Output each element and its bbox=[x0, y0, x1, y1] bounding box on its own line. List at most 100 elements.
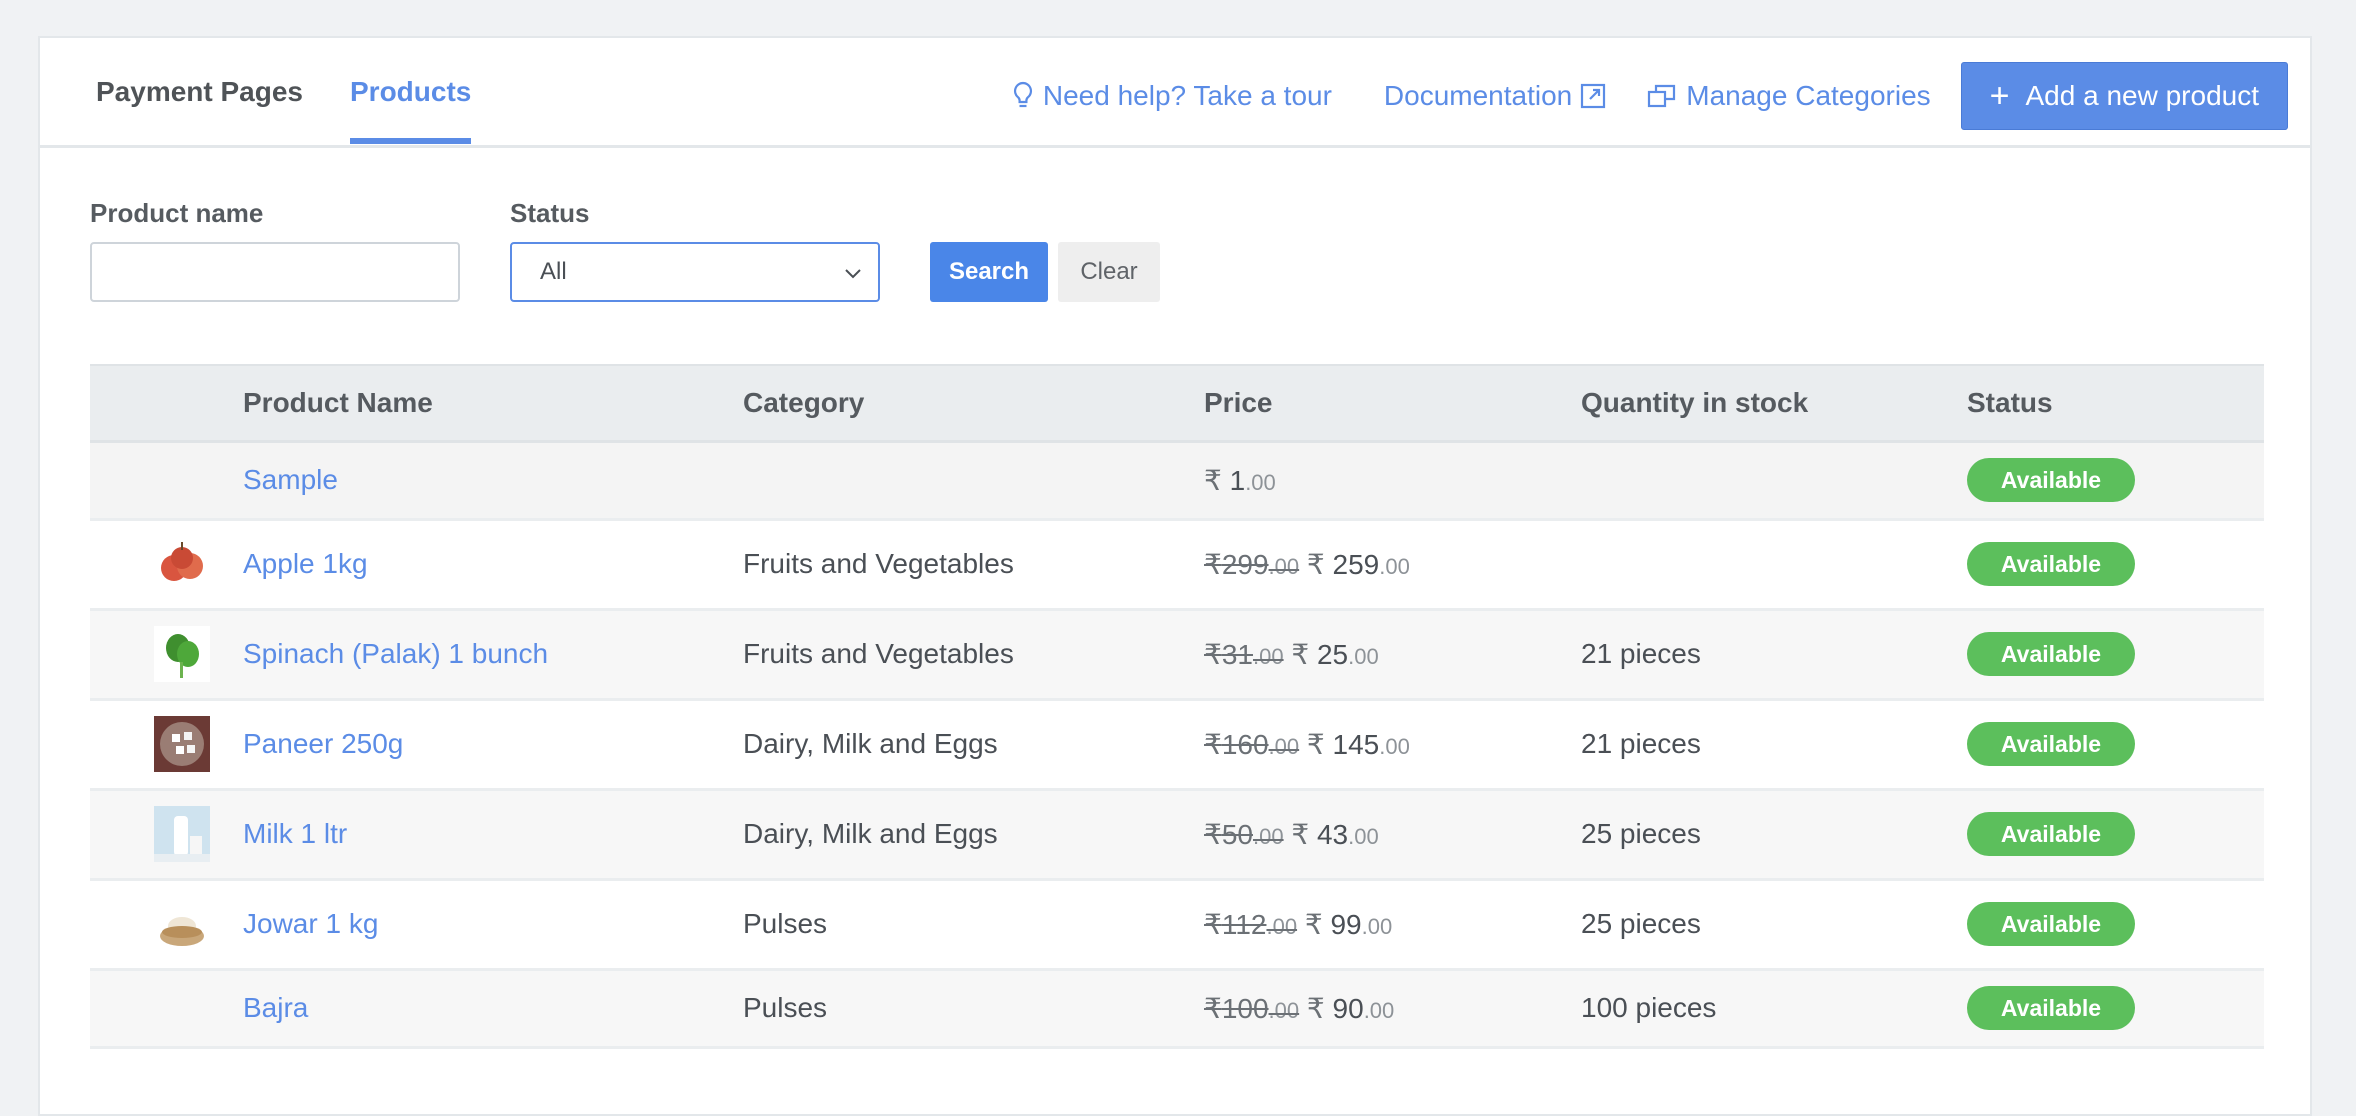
quantity-cell bbox=[1580, 519, 1966, 609]
quantity-cell: 25 pieces bbox=[1581, 818, 1701, 849]
sale-price: ₹ 25.00 bbox=[1291, 638, 1379, 670]
documentation-label: Documentation bbox=[1383, 80, 1573, 111]
status-badge: Available bbox=[1967, 902, 2135, 946]
original-price: ₹160.00 bbox=[1204, 728, 1300, 760]
status-label: Status bbox=[510, 198, 590, 228]
table-row[interactable]: Milk 1 ltr Dairy, Milk and Eggs ₹50.00 ₹… bbox=[90, 789, 2264, 879]
product-name-label: Product name bbox=[90, 198, 264, 228]
category-cell: Fruits and Vegetables bbox=[743, 638, 1014, 669]
status-badge: Available bbox=[1967, 458, 2135, 502]
search-button[interactable]: Search bbox=[930, 242, 1048, 302]
add-product-button[interactable]: + Add a new product bbox=[1960, 62, 2288, 130]
manage-categories-label: Manage Categories bbox=[1686, 80, 1931, 111]
product-name-link[interactable]: Apple 1kg bbox=[243, 548, 368, 579]
image-cell bbox=[90, 519, 242, 609]
column-header-price[interactable]: Price bbox=[1203, 365, 1580, 441]
status-cell: Available bbox=[1966, 969, 2264, 1047]
sale-price: ₹ 90.00 bbox=[1306, 992, 1395, 1024]
table-row[interactable]: Jowar 1 kg Pulses ₹112.00 ₹ 99.00 25 pie… bbox=[90, 879, 2264, 969]
price-cell: ₹299.00 ₹ 259.00 bbox=[1203, 519, 1580, 609]
table-row[interactable]: Spinach (Palak) 1 bunch Fruits and Veget… bbox=[90, 609, 2264, 699]
sale-price: ₹ 43.00 bbox=[1291, 818, 1379, 850]
tab-payment-pages[interactable]: Payment Pages bbox=[96, 76, 303, 138]
name-cell: Sample bbox=[242, 441, 742, 519]
table-row[interactable]: Paneer 250g Dairy, Milk and Eggs ₹160.00… bbox=[90, 699, 2264, 789]
name-cell: Jowar 1 kg bbox=[242, 879, 742, 969]
chevron-down-icon bbox=[845, 269, 861, 279]
windows-icon bbox=[1648, 84, 1676, 108]
plus-icon: + bbox=[1989, 76, 2010, 115]
image-cell bbox=[90, 789, 242, 879]
quantity-cell: 25 pieces bbox=[1581, 908, 1701, 939]
product-name-link[interactable]: Sample bbox=[243, 464, 338, 495]
column-header-quantity[interactable]: Quantity in stock bbox=[1580, 365, 1966, 441]
category-cell: Dairy, Milk and Eggs bbox=[743, 728, 998, 759]
take-tour-link[interactable]: Need help? Take a tour bbox=[1003, 80, 1332, 112]
status-cell: Available bbox=[1966, 789, 2264, 879]
quantity-cell: 100 pieces bbox=[1581, 992, 1717, 1023]
product-name-link[interactable]: Milk 1 ltr bbox=[243, 818, 347, 849]
original-price: ₹299.00 bbox=[1204, 548, 1300, 580]
price-cell: ₹160.00 ₹ 145.00 bbox=[1203, 699, 1580, 789]
quantity-cell: 21 pieces bbox=[1581, 638, 1701, 669]
original-price: ₹100.00 bbox=[1204, 992, 1300, 1024]
category-cell: Pulses bbox=[743, 992, 828, 1023]
product-thumbnail-spinach[interactable] bbox=[154, 626, 241, 682]
products-card: Payment Pages Products Need help? Take a… bbox=[38, 36, 2312, 1116]
status-cell: Available bbox=[1966, 879, 2264, 969]
image-cell bbox=[90, 699, 242, 789]
product-thumbnail-apple[interactable] bbox=[154, 536, 241, 592]
name-cell: Spinach (Palak) 1 bunch bbox=[242, 609, 742, 699]
status-badge: Available bbox=[1967, 986, 2135, 1030]
original-price: ₹112.00 bbox=[1204, 908, 1298, 940]
top-bar: Payment Pages Products Need help? Take a… bbox=[40, 38, 2310, 148]
category-cell: Dairy, Milk and Eggs bbox=[743, 818, 998, 849]
original-price: ₹50.00 bbox=[1204, 818, 1284, 850]
table-row[interactable]: Sample ₹ 1.00 Available bbox=[90, 441, 2264, 519]
product-name-input[interactable] bbox=[90, 242, 460, 302]
table-row[interactable]: Bajra Pulses ₹100.00 ₹ 90.00 100 pieces … bbox=[90, 969, 2264, 1047]
name-cell: Apple 1kg bbox=[242, 519, 742, 609]
product-name-link[interactable]: Jowar 1 kg bbox=[243, 908, 378, 939]
product-thumbnail-jowar[interactable] bbox=[154, 896, 241, 952]
take-tour-label: Need help? Take a tour bbox=[1042, 80, 1332, 111]
category-cell bbox=[742, 441, 1203, 519]
price-cell: ₹112.00 ₹ 99.00 bbox=[1203, 879, 1580, 969]
clear-button[interactable]: Clear bbox=[1058, 242, 1160, 302]
product-thumbnail-paneer[interactable] bbox=[154, 716, 241, 772]
column-header-category[interactable]: Category bbox=[742, 365, 1203, 441]
image-cell bbox=[90, 441, 242, 519]
image-cell bbox=[90, 879, 242, 969]
quantity-cell bbox=[1580, 441, 1966, 519]
status-cell: Available bbox=[1966, 699, 2264, 789]
status-badge: Available bbox=[1967, 632, 2135, 676]
price-cell: ₹100.00 ₹ 90.00 bbox=[1203, 969, 1580, 1047]
original-price: ₹31.00 bbox=[1204, 638, 1284, 670]
price-cell: ₹ 1.00 bbox=[1203, 441, 1580, 519]
category-cell: Fruits and Vegetables bbox=[743, 548, 1014, 579]
table-row[interactable]: Apple 1kg Fruits and Vegetables ₹299.00 … bbox=[90, 519, 2264, 609]
product-thumbnail-milk[interactable] bbox=[154, 806, 241, 862]
category-cell: Pulses bbox=[743, 908, 828, 939]
image-cell bbox=[90, 969, 242, 1047]
name-cell: Paneer 250g bbox=[242, 699, 742, 789]
status-cell: Available bbox=[1966, 441, 2264, 519]
product-name-link[interactable]: Bajra bbox=[243, 992, 308, 1023]
status-select[interactable]: All bbox=[510, 242, 880, 302]
status-badge: Available bbox=[1967, 542, 2135, 586]
product-name-link[interactable]: Spinach (Palak) 1 bunch bbox=[243, 638, 548, 669]
documentation-link[interactable]: Documentation bbox=[1384, 80, 1614, 112]
tab-products[interactable]: Products bbox=[350, 76, 472, 144]
products-table: Product Name Category Price Quantity in … bbox=[90, 364, 2264, 1049]
lightbulb-icon bbox=[1013, 81, 1032, 108]
status-badge: Available bbox=[1967, 812, 2135, 856]
column-header-product-name[interactable]: Product Name bbox=[242, 365, 742, 441]
table-header-row: Product Name Category Price Quantity in … bbox=[90, 365, 2264, 441]
product-name-link[interactable]: Paneer 250g bbox=[243, 728, 403, 759]
status-select-value: All bbox=[540, 258, 567, 285]
status-cell: Available bbox=[1966, 609, 2264, 699]
manage-categories-link[interactable]: Manage Categories bbox=[1638, 80, 1931, 112]
add-product-label: Add a new product bbox=[2025, 80, 2260, 111]
column-header-status[interactable]: Status bbox=[1966, 365, 2264, 441]
sale-price: ₹ 259.00 bbox=[1306, 548, 1410, 580]
